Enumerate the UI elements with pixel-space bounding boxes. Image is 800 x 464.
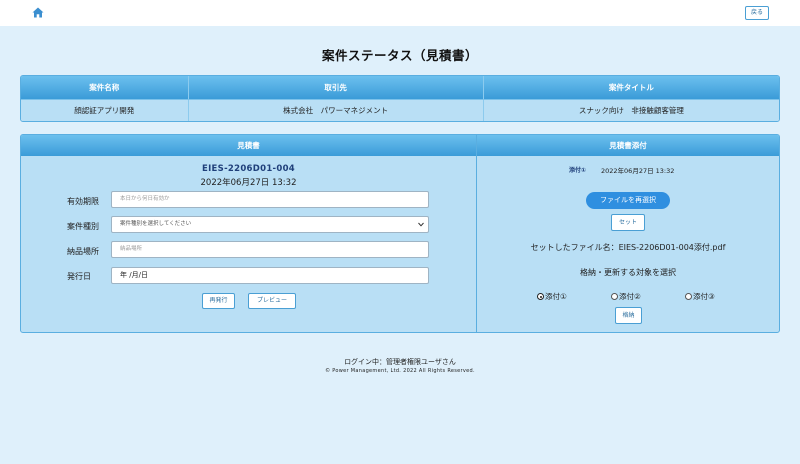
radio-unchecked-icon xyxy=(685,293,692,300)
radio-label: 添付② xyxy=(619,292,641,301)
document-datetime: 2022年06月27日 13:32 xyxy=(200,178,297,188)
project-info-table: 案件名称 取引先 案件タイトル 顔認証アプリ開発 株式会社 パワーマネジメント … xyxy=(20,75,780,122)
radio-label: 添付① xyxy=(545,292,567,301)
header-client: 取引先 xyxy=(189,76,484,99)
project-title-value: スナック向け 非接触顧客管理 xyxy=(578,106,684,115)
set-file-name: セットしたファイル名：EIES-2206D01-004添付.pdf xyxy=(530,243,726,252)
validity-input[interactable]: 本日から何日有効か xyxy=(111,191,429,208)
radio-attachment-2[interactable]: 添付② xyxy=(611,291,641,302)
top-bar: 戻る xyxy=(0,0,800,26)
estimate-panel-title: 見積書 xyxy=(21,135,476,156)
copyright: © Power Management, Ltd. 2022 All Rights… xyxy=(325,368,475,374)
project-type-label: 案件種別 xyxy=(67,222,99,231)
preview-button[interactable]: プレビュー xyxy=(248,293,296,309)
radio-unchecked-icon xyxy=(611,293,618,300)
project-name-value: 顔認証アプリ開発 xyxy=(21,100,189,121)
radio-attachment-1[interactable]: 添付① xyxy=(537,291,567,302)
attachment-datetime: 2022年06月27日 13:32 xyxy=(601,167,675,175)
store-button[interactable]: 格納 xyxy=(615,307,642,324)
delivery-input[interactable]: 納品場所 xyxy=(111,241,429,258)
header-project-title: 案件タイトル xyxy=(608,83,654,92)
login-status: ログイン中：管理者権限ユーザさん xyxy=(344,358,456,366)
issue-date-label: 発行日 xyxy=(67,272,91,281)
project-type-select[interactable]: 案件種別を選択してください xyxy=(111,216,429,233)
page-title: 案件ステータス（見積書） xyxy=(321,48,478,63)
attachment-panel-title: 見積書添付 xyxy=(477,135,779,156)
home-icon[interactable] xyxy=(32,7,44,18)
table-header-row: 案件名称 取引先 案件タイトル xyxy=(21,76,779,99)
header-project-name: 案件名称 xyxy=(21,76,189,99)
radio-label: 添付③ xyxy=(693,292,715,301)
issue-date-input[interactable]: 年 /月/日 xyxy=(111,267,429,284)
reselect-file-button[interactable]: ファイルを再選択 xyxy=(586,192,670,209)
document-number: EIES-2206D01-004 xyxy=(201,164,296,174)
radio-checked-icon xyxy=(537,293,544,300)
back-button[interactable]: 戻る xyxy=(745,6,769,20)
reissue-button[interactable]: 再発行 xyxy=(202,293,235,309)
choose-target-text: 格納・更新する対象を選択 xyxy=(580,268,676,277)
radio-attachment-3[interactable]: 添付③ xyxy=(685,291,715,302)
validity-label: 有効期限 xyxy=(67,197,99,206)
attachment-label: 添付① xyxy=(569,167,587,174)
estimate-panel: 見積書 EIES-2206D01-004 2022年06月27日 13:32 有… xyxy=(20,134,477,333)
set-button[interactable]: セット xyxy=(611,214,645,231)
attachment-panel: 見積書添付 添付① 2022年06月27日 13:32 ファイルを再選択 セット… xyxy=(476,134,780,333)
table-row: 顔認証アプリ開発 株式会社 パワーマネジメント スナック向け 非接触顧客管理 xyxy=(21,99,779,121)
project-type-selected: 案件種別を選択してください xyxy=(120,221,192,227)
client-value: 株式会社 パワーマネジメント xyxy=(189,100,484,121)
delivery-label: 納品場所 xyxy=(67,247,99,256)
chevron-down-icon xyxy=(418,222,424,227)
